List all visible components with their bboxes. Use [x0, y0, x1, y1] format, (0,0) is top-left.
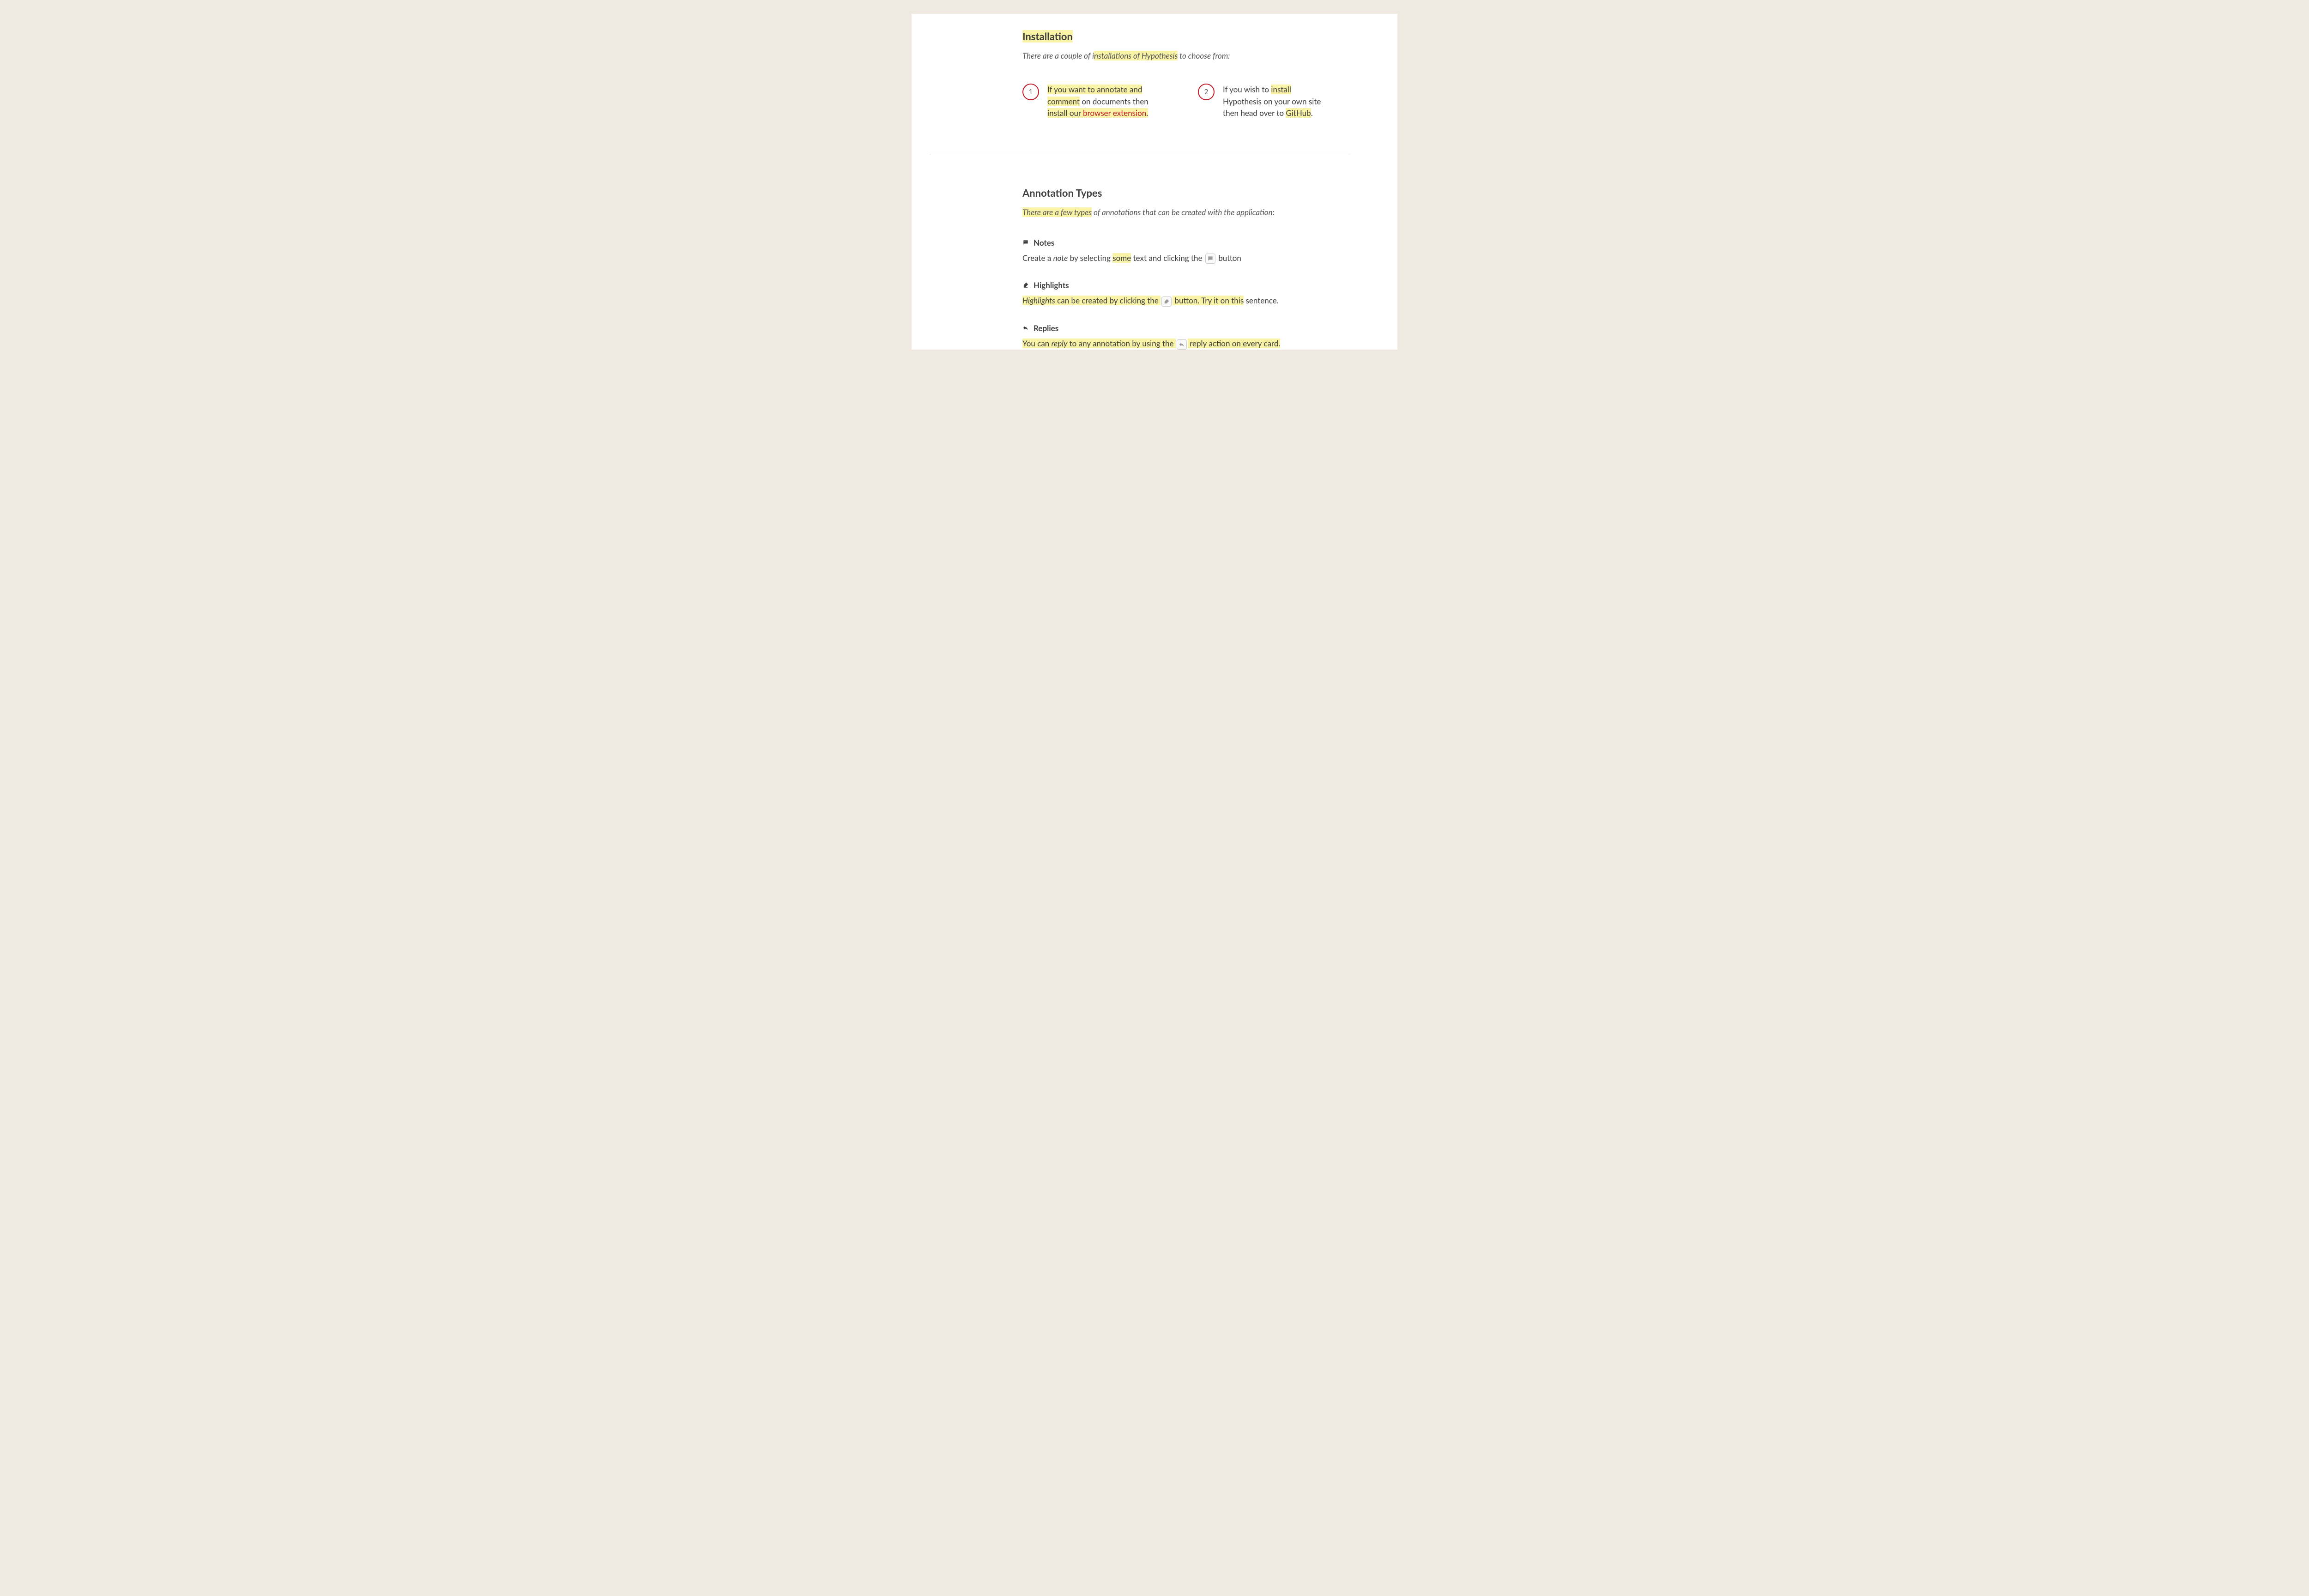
highlights-heading: Highlights: [1022, 280, 1332, 290]
installation-heading: Installation: [1022, 30, 1073, 42]
highlights-description: Highlights can be created by clicking th…: [1022, 295, 1332, 307]
reply-icon: [1022, 323, 1029, 333]
note-icon: [1022, 238, 1029, 248]
option-1-text: If you want to annotate and comment on d…: [1047, 84, 1170, 119]
annotation-types-heading: Annotation Types: [1022, 187, 1102, 199]
installation-intro: There are a couple of installations of H…: [1022, 51, 1332, 60]
page-container: Installation There are a couple of insta…: [912, 14, 1397, 350]
github-link[interactable]: GitHub: [1286, 108, 1311, 118]
installation-option-1: 1 If you want to annotate and comment on…: [1022, 84, 1170, 119]
installation-option-2: 2 If you wish to install Hypothesis on y…: [1198, 84, 1332, 119]
content-area: Installation There are a couple of insta…: [1022, 30, 1332, 350]
replies-heading: Replies: [1022, 323, 1332, 333]
notes-heading: Notes: [1022, 238, 1332, 248]
option-number-badge: 1: [1022, 84, 1039, 100]
option-2-text: If you wish to install Hypothesis on you…: [1223, 84, 1332, 119]
highlight-button-inline[interactable]: [1161, 296, 1172, 307]
browser-extension-link[interactable]: browser extension: [1083, 108, 1146, 118]
highlight-icon: [1022, 280, 1029, 290]
notes-description: Create a note by selecting some text and…: [1022, 252, 1332, 264]
reply-button-inline[interactable]: [1177, 339, 1187, 350]
note-button-inline[interactable]: [1205, 254, 1215, 264]
installation-options: 1 If you want to annotate and comment on…: [1022, 84, 1332, 119]
replies-description: You can reply to any annotation by using…: [1022, 338, 1332, 350]
annotation-types-intro: There are a few types of annotations tha…: [1022, 207, 1332, 217]
option-number-badge: 2: [1198, 84, 1215, 100]
